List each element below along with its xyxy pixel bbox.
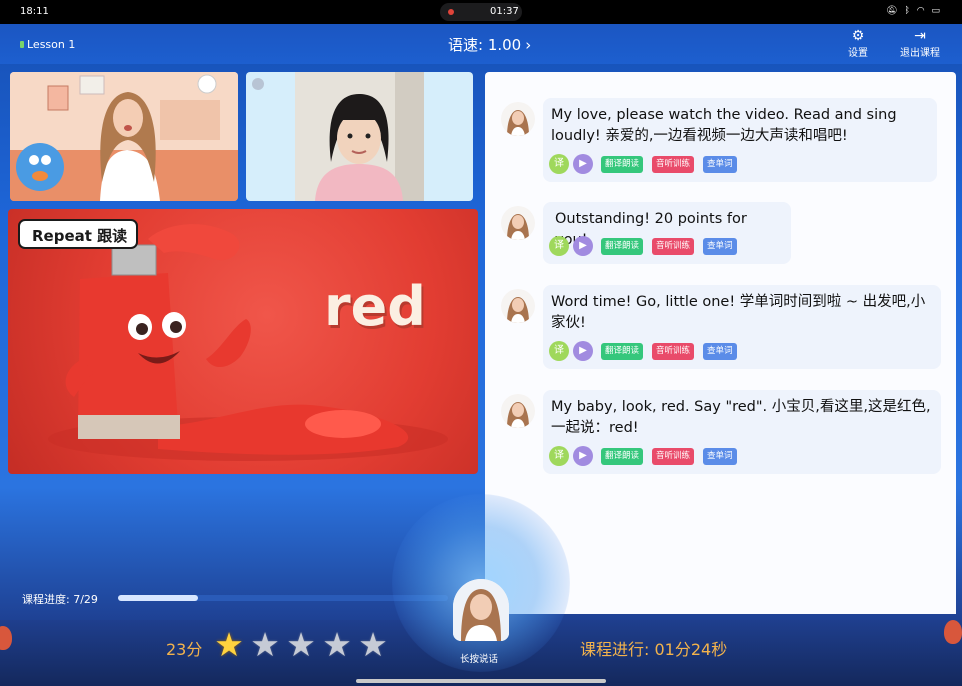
star-filled-icon: ★ [214, 625, 244, 664]
elapsed-time: 课程进行: 01分24秒 [580, 640, 728, 659]
lesson-title: Lesson 1 [20, 38, 75, 51]
teacher-avatar [501, 206, 535, 240]
settings-label: 设置 [848, 48, 868, 59]
lookup-word-button[interactable]: 查单词 [703, 156, 737, 173]
teacher-avatar [453, 579, 509, 641]
teacher-avatar [501, 102, 535, 136]
teacher-avatar [501, 394, 535, 428]
repeat-badge: Repeat 跟读 [18, 219, 138, 249]
read-aloud-button[interactable]: 翻译朗读 [601, 448, 644, 465]
lookup-word-button[interactable]: 查单词 [703, 238, 737, 255]
record-dot-icon [448, 9, 454, 15]
listening-practice-button[interactable]: 音听训练 [652, 448, 695, 465]
screen-recording-pill[interactable]: 01:37 [440, 3, 522, 21]
exit-course-button[interactable]: ⇥ 退出课程 [896, 28, 944, 59]
message-text: My baby, look, red. Say "red". 小宝贝,看这里,这… [551, 399, 931, 436]
system-icons: 🔕︎ ᛒ ◠ ▭ [886, 6, 942, 16]
teacher-avatar [501, 289, 535, 323]
lookup-word-button[interactable]: 查单词 [703, 343, 737, 360]
message-text: My love, please watch the video. Read an… [551, 107, 897, 144]
home-indicator[interactable] [356, 679, 606, 683]
translate-button[interactable]: 译 [549, 236, 569, 256]
student-video [246, 72, 473, 201]
mic-off-icon [252, 78, 264, 90]
wifi-icon: ◠ [916, 6, 927, 16]
teacher-video-frame [10, 72, 238, 201]
chat-panel[interactable]: My love, please watch the video. Read an… [485, 72, 956, 614]
read-aloud-button[interactable]: 翻译朗读 [601, 238, 644, 255]
play-audio-button[interactable]: ▶ [573, 446, 593, 466]
translate-button[interactable]: 译 [549, 446, 569, 466]
hold-to-talk-button[interactable] [453, 579, 509, 641]
student-camera-feed [295, 72, 424, 201]
clock: 18:11 [20, 6, 49, 17]
star-empty-icon: ★ [250, 625, 280, 664]
listening-practice-button[interactable]: 音听训练 [652, 238, 695, 255]
speed-selector[interactable]: 语速: 1.00 › [448, 34, 531, 55]
course-progress-fill [118, 595, 198, 601]
hot-air-balloon-decoration [944, 620, 962, 644]
star-empty-icon: ★ [358, 625, 388, 664]
flashcard-image: Repeat 跟读 red [8, 209, 478, 474]
star-empty-icon: ★ [286, 625, 316, 664]
read-aloud-button[interactable]: 翻译朗读 [601, 156, 644, 173]
listening-practice-button[interactable]: 音听训练 [652, 156, 695, 173]
message-bubble: My love, please watch the video. Read an… [543, 98, 937, 182]
star-empty-icon: ★ [322, 625, 352, 664]
read-aloud-button[interactable]: 翻译朗读 [601, 343, 644, 360]
message-bubble: Word time! Go, little one! 学单词时间到啦 ~ 出发吧… [543, 285, 941, 369]
chevron-right-icon: › [525, 36, 532, 54]
translate-button[interactable]: 译 [549, 154, 569, 174]
system-status-bar: 18:11 01:37 🔕︎ ᛒ ◠ ▭ [0, 0, 962, 24]
top-bar: Lesson 1 语速: 1.00 › ⚙ 设置 ⇥ 退出课程 [0, 24, 962, 64]
flashcard-word: red [324, 275, 426, 338]
student-portrait [295, 72, 424, 201]
translate-button[interactable]: 译 [549, 341, 569, 361]
teacher-video [10, 72, 238, 201]
message-bubble: Outstanding! 20 points for you! 译 ▶ 翻译朗读… [543, 202, 791, 264]
bluetooth-icon: ᛒ [904, 6, 912, 16]
mic-level-icon [20, 41, 24, 48]
exit-label: 退出课程 [900, 48, 940, 59]
hot-air-balloon-decoration [0, 626, 12, 650]
lesson-title-text: Lesson 1 [27, 38, 76, 51]
lesson-app: Lesson 1 语速: 1.00 › ⚙ 设置 ⇥ 退出课程 Repeat 跟… [0, 24, 962, 686]
recording-timer: 01:37 [490, 6, 519, 17]
exit-icon: ⇥ [914, 28, 926, 44]
message-bubble: My baby, look, red. Say "red". 小宝贝,看这里,这… [543, 390, 941, 474]
score: 23分 [166, 640, 203, 659]
message-text: Word time! Go, little one! 学单词时间到啦 ~ 出发吧… [551, 294, 926, 331]
play-audio-button[interactable]: ▶ [573, 154, 593, 174]
speed-label: 语速: 1.00 [448, 36, 522, 54]
lookup-word-button[interactable]: 查单词 [703, 448, 737, 465]
gear-icon: ⚙ [851, 28, 865, 44]
listening-practice-button[interactable]: 音听训练 [652, 343, 695, 360]
bell-mute-icon: 🔕︎ [886, 6, 900, 16]
hold-to-talk-label: 长按说话 [460, 654, 499, 665]
battery-icon: ▭ [931, 6, 942, 16]
play-audio-button[interactable]: ▶ [573, 236, 593, 256]
course-progress-label: 课程进度: 7/29 [22, 593, 98, 606]
settings-button[interactable]: ⚙ 设置 [843, 28, 873, 59]
play-audio-button[interactable]: ▶ [573, 341, 593, 361]
